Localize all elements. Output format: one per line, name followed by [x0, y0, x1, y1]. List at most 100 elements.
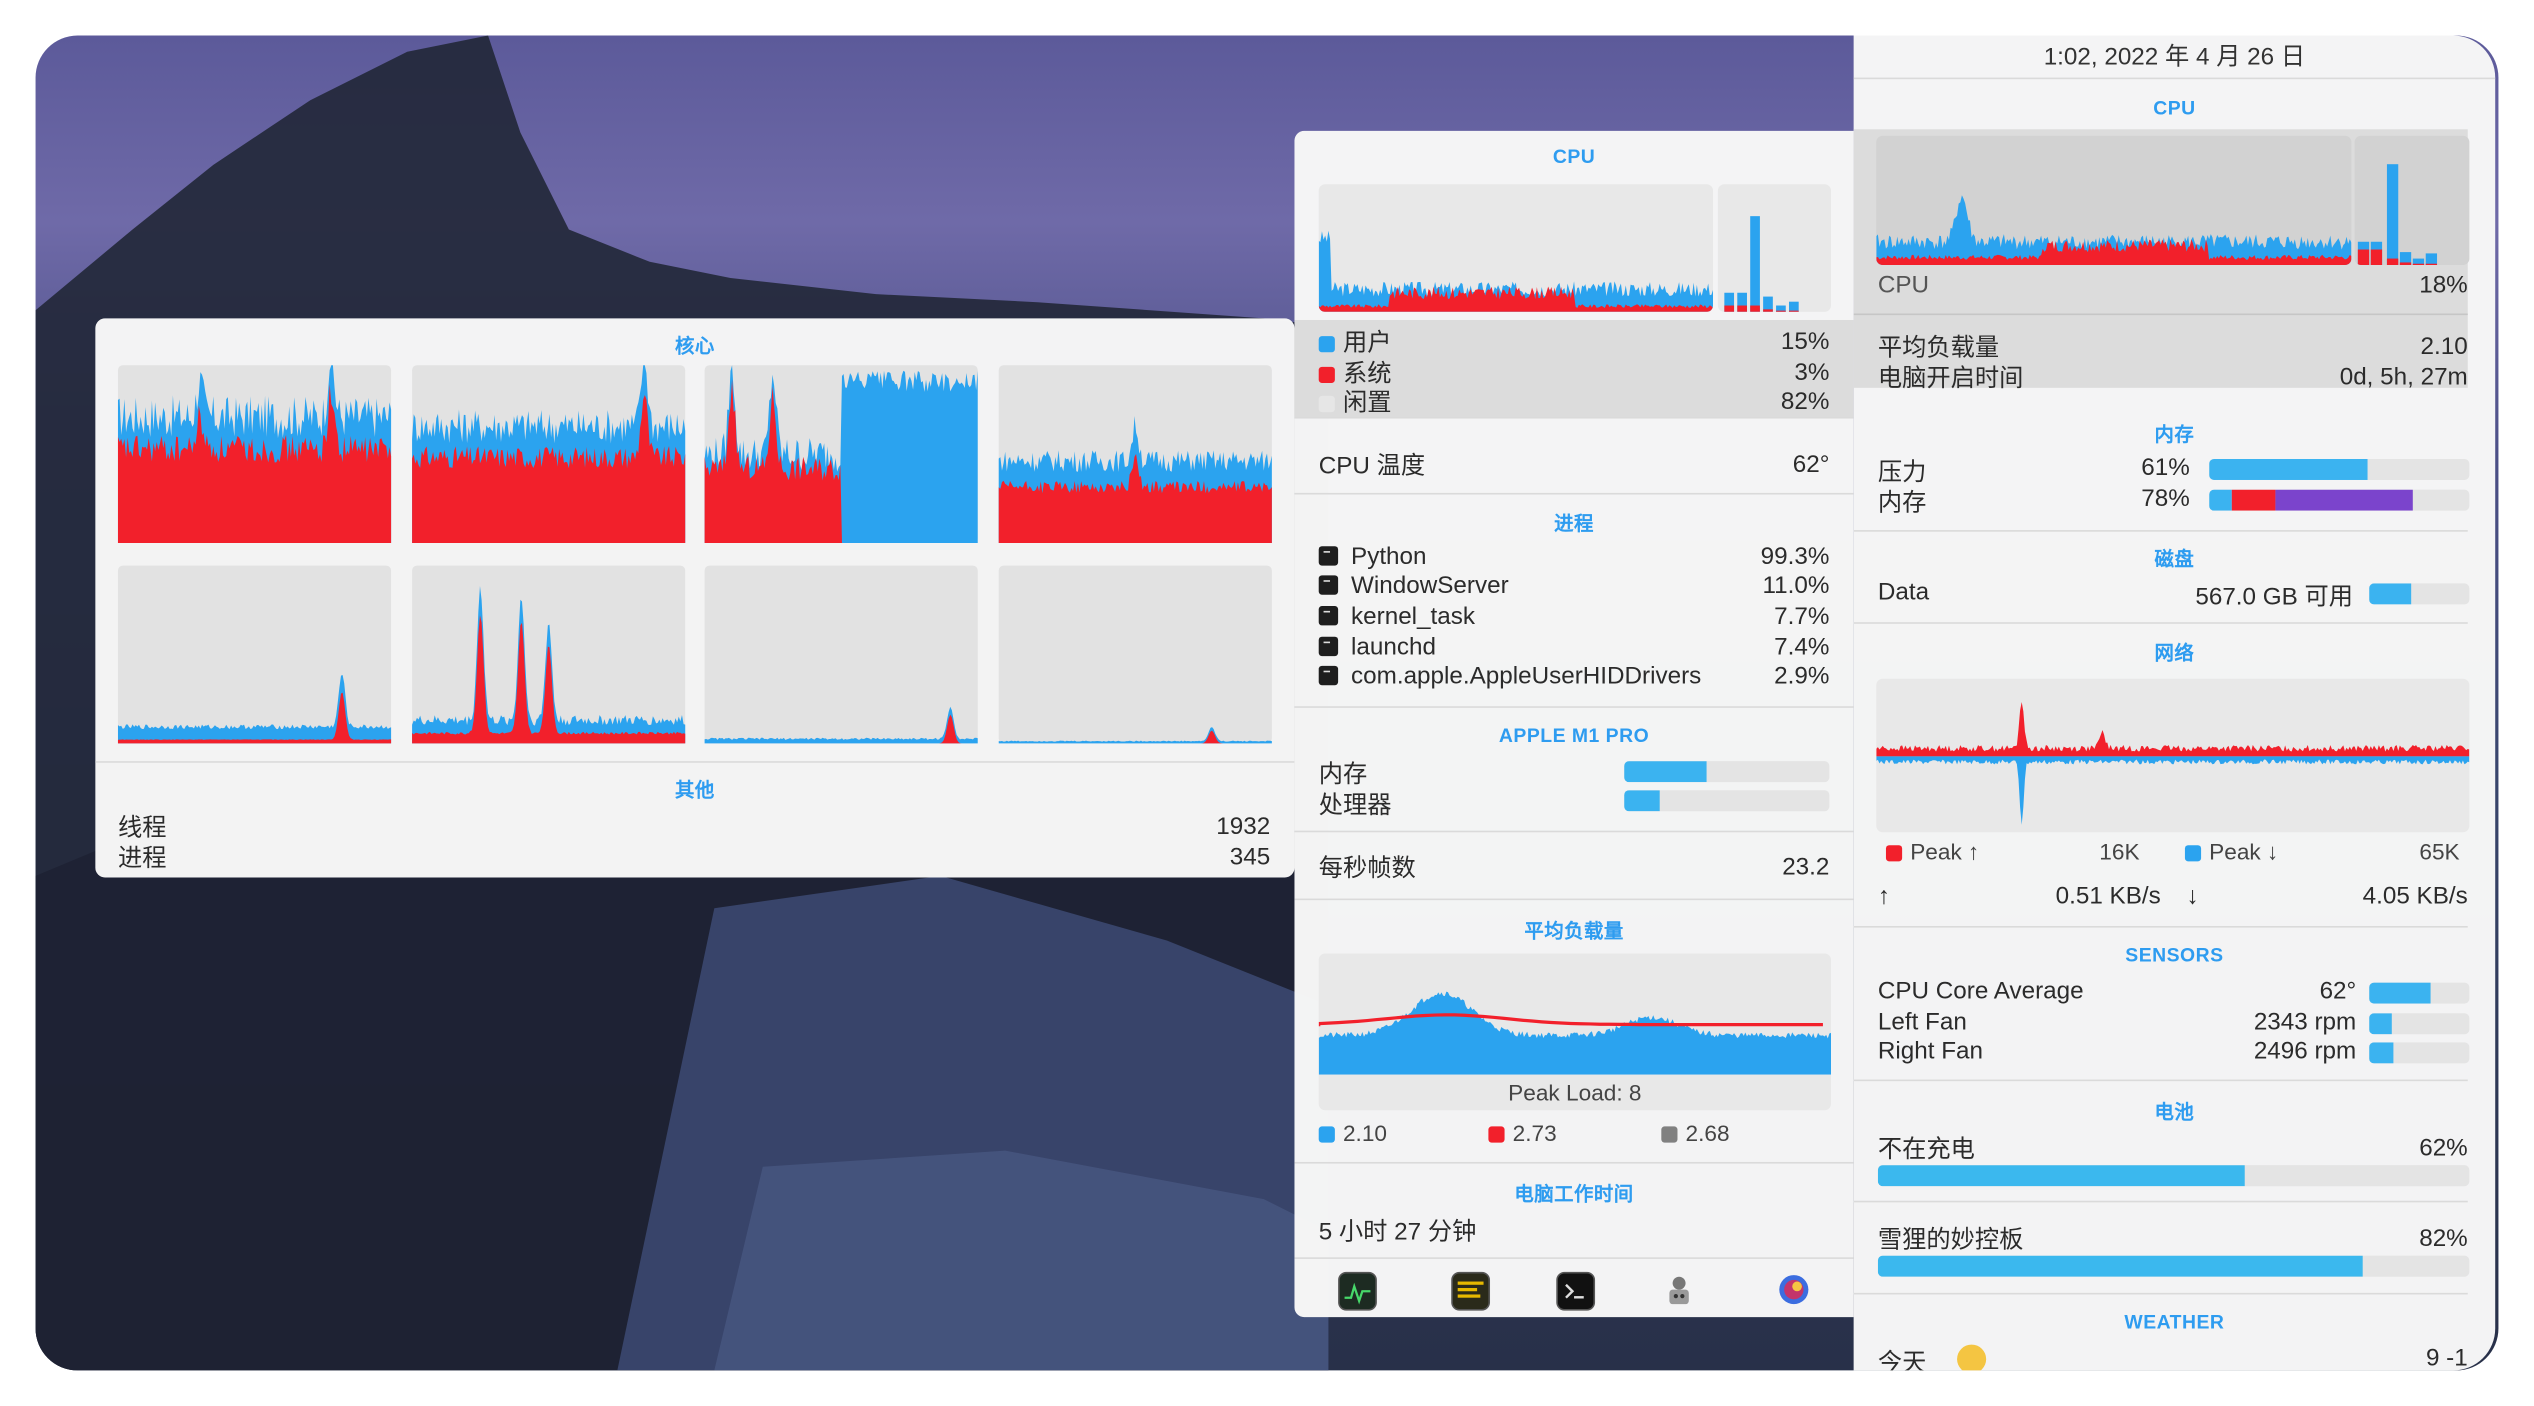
cpu-detail-panel: CPU 用户 15% 系统 3% 闲置 82% CPU 温度 62° 进程 Py…	[1294, 130, 1854, 1318]
gpu-processor-label: 处理器	[1318, 791, 1392, 820]
process-row[interactable]: com.apple.AppleUserHIDDrivers 2.9%	[1318, 662, 1830, 692]
download-area	[1876, 756, 2470, 825]
core-chart-bg	[998, 565, 1272, 744]
right-load-row: 平均负载量 2.10	[1878, 330, 2468, 364]
peak-load-label: Peak Load: 8	[1508, 1079, 1642, 1106]
console-icon[interactable]	[1451, 1271, 1491, 1311]
right-load-value: 2.10	[2420, 332, 2468, 361]
process-name: kernel_task	[1351, 602, 1476, 631]
automator-icon[interactable]	[1661, 1272, 1697, 1308]
core-bar-user	[1750, 216, 1760, 312]
load-5-value: 2.73	[1512, 1119, 1557, 1146]
upload-swatch	[1885, 845, 1903, 862]
process-row[interactable]: launchd 7.4%	[1318, 632, 1829, 662]
right-core-bar-system	[2357, 249, 2370, 266]
uptime-value: 5 小时 27 分钟	[1318, 1218, 1477, 1246]
right-cpu-row: CPU 18%	[1878, 272, 2468, 299]
peak-down-label: Peak ↓	[2209, 838, 2279, 865]
core-charts	[117, 365, 1272, 744]
network-chart	[1876, 678, 2470, 833]
right-cpu-history-chart	[1876, 135, 2352, 266]
cpu-temp-value: 62°	[1792, 450, 1830, 479]
pressure-bar	[2209, 458, 2470, 480]
idle-value: 82%	[1780, 387, 1830, 416]
process-cpu: 7.7%	[1774, 602, 1830, 631]
activity-monitor-icon[interactable]	[1338, 1271, 1377, 1311]
process-row[interactable]: kernel_task 7.7%	[1318, 601, 1830, 631]
color-picker-icon[interactable]	[1776, 1272, 1812, 1308]
user-row: 用户 15%	[1318, 325, 1829, 359]
right-cpu-value: 18%	[2419, 271, 2468, 299]
cores-title: 核心	[675, 334, 715, 358]
peak-up-value: 16K	[2099, 838, 2140, 865]
processes-value: 345	[1229, 843, 1271, 872]
idle-color-swatch	[1318, 395, 1335, 413]
sensor-bar	[2369, 1013, 2470, 1035]
load-15-value: 2.68	[1685, 1119, 1730, 1146]
right-core-bar-user	[2425, 253, 2438, 266]
terminal-icon	[1318, 575, 1339, 596]
processes-label: 进程	[117, 845, 167, 873]
peak-up-label: Peak ↑	[1910, 838, 1980, 865]
core-bar-system	[1776, 310, 1786, 312]
right-core-bar-system	[2370, 249, 2383, 266]
weather-today: 今天	[1877, 1349, 1927, 1371]
idle-row: 闲置 82%	[1318, 385, 1830, 419]
gpu-title: APPLE M1 PRO	[1498, 723, 1650, 747]
network-graph	[1876, 702, 2470, 825]
uptime-title: 电脑工作时间	[1514, 1182, 1634, 1206]
process-cpu: 99.3%	[1760, 542, 1830, 571]
cpu-history-chart	[1318, 184, 1714, 312]
process-row[interactable]: Python 99.3%	[1318, 541, 1830, 571]
right-core-bar-system	[2425, 263, 2438, 266]
load-5-swatch	[1488, 1126, 1505, 1144]
terminal-icon[interactable]	[1556, 1271, 1596, 1311]
partly-cloudy-icon	[1957, 1344, 1987, 1371]
datetime: 1:02, 2022 年 4 月 26 日	[2043, 43, 2306, 72]
load-1-swatch	[1318, 1126, 1335, 1144]
load-15-swatch	[1661, 1126, 1678, 1144]
terminal-icon	[1318, 636, 1339, 656]
core-bar-system	[1724, 305, 1735, 312]
download-swatch	[2184, 845, 2202, 862]
pressure-value: 61%	[2141, 454, 2190, 482]
disk-title: 磁盘	[2154, 547, 2195, 571]
battery-value: 62%	[2419, 1134, 2468, 1162]
cores-panel: 核心 其他 线程 1932 进程 345	[95, 318, 1295, 878]
battery-status: 不在充电	[1877, 1136, 1975, 1164]
right-load-label: 平均负载量	[1877, 334, 2000, 362]
sensors-title: SENSORS	[2125, 943, 2224, 967]
right-cpu-title: CPU	[2153, 96, 2196, 120]
load-graph	[1318, 991, 1832, 1075]
processes-title: 进程	[1554, 512, 1594, 535]
weather-title: WEATHER	[2124, 1310, 2225, 1334]
trackpad-row: 雪狸的妙控板 82%	[1878, 1222, 2468, 1256]
download-rate: 4.05 KB/s	[2362, 882, 2468, 910]
process-name: WindowServer	[1351, 572, 1509, 601]
process-name: com.apple.AppleUserHIDDrivers	[1351, 662, 1702, 691]
upload-arrow: ↑	[1877, 882, 1890, 910]
core-bar-system	[1788, 310, 1799, 312]
threads-value: 1932	[1216, 812, 1271, 841]
status-panel: 1:02, 2022 年 4 月 26 日 CPU CPU 18% 平均负载量 …	[1853, 35, 2496, 1371]
trackpad-battery-bar	[1877, 1255, 2470, 1277]
user-label: 用户	[1342, 329, 1392, 358]
right-core-bar-system	[2386, 258, 2399, 266]
disk-value: 567.0 GB 可用	[2195, 583, 2353, 611]
threads-row: 线程 1932	[118, 810, 1270, 844]
gpu-memory-label: 内存	[1318, 761, 1368, 789]
process-list: Python 99.3% WindowServer 11.0% kernel_tas…	[1318, 541, 1830, 692]
right-uptime-row: 电脑开启时间 0d, 5h, 27m	[1878, 360, 2468, 394]
process-row[interactable]: WindowServer 11.0%	[1318, 571, 1829, 601]
right-uptime-value: 0d, 5h, 27m	[2339, 363, 2468, 392]
right-core-bar-user	[2386, 164, 2399, 266]
gpu-memory-bar	[1624, 761, 1830, 783]
upload-area	[1876, 702, 2470, 757]
core-bar-user	[1788, 301, 1799, 312]
core-chart-bg	[117, 565, 392, 744]
terminal-icon	[1318, 666, 1339, 686]
process-cpu: 2.9%	[1774, 662, 1830, 691]
download-arrow: ↓	[2186, 882, 2199, 910]
process-name: Python	[1351, 542, 1427, 571]
core-chart-bg	[704, 565, 978, 744]
